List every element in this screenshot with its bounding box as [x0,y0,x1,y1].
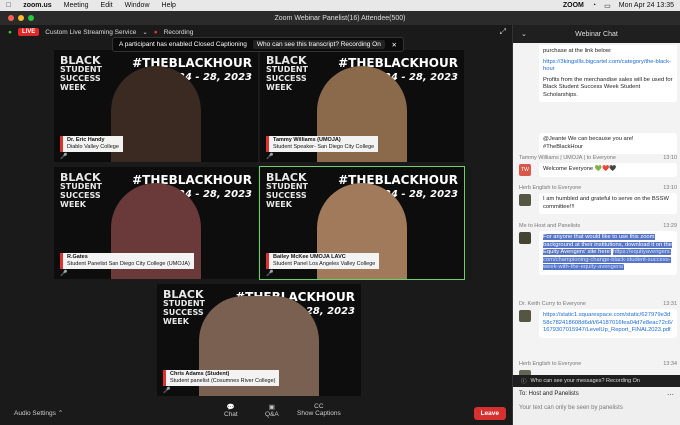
chevron-down-icon[interactable]: ⌄ [142,28,147,36]
avatar [519,232,531,244]
video-tile[interactable]: BLACKSTUDENTSUCCESSWEEK #THEBLACKHOUR Ap… [260,50,464,162]
window-title: Zoom Webinar Panelist(16) Attendee(500) [274,14,406,22]
clock[interactable]: Mon Apr 24 13:35 [619,2,674,9]
chat-input[interactable]: Your text can only be seen by panelists [519,405,623,411]
qa-icon: ▣ [268,404,275,411]
audio-settings-button[interactable]: Audio Settings ⌃ [14,409,63,417]
avatar: TW [519,164,531,176]
avatar [519,310,531,322]
video-tile[interactable]: BLACKSTUDENTSUCCESSWEEK #THEBLACKHOUR Ap… [54,167,258,279]
mic-icon: 🎤 [266,271,274,277]
participant-nametag: Dr. Eric Handy Diablo Valley College [60,136,123,152]
menu-meeting[interactable]: Meeting [64,2,89,9]
merch-link[interactable]: https://3kingsllls.bigcartel.com/categor… [543,59,673,74]
chat-button[interactable]: 💬 Chat [224,403,238,418]
report-link[interactable]: https://static1.squarespace.com/static/6… [539,309,677,338]
menu-edit[interactable]: Edit [101,2,113,9]
macos-menubar:  zoom.us Meeting Edit Window Help ZOOM … [0,0,680,11]
video-tile[interactable]: BLACKSTUDENTSUCCESSWEEK #THEBLACKHOUR Ap… [157,284,361,396]
minimize-window-icon[interactable] [18,15,24,21]
apple-icon[interactable]:  [6,2,11,9]
live-badge[interactable]: LIVE [17,28,40,36]
recording-dot-icon: ● [153,28,158,36]
captions-button[interactable]: CC Show Captions [297,403,341,417]
chat-visibility-notice[interactable]: ⓘ Who can see your messages? Recording O… [513,375,680,387]
recording-label: Recording [163,28,194,36]
chat-message: Herb English to Everyone 13:34 [519,361,677,375]
video-tile-active-speaker[interactable]: BLACK STUDENT SUCCESS WEEK #THEBLACKHOUR Ap… [259,166,465,280]
shield-icon[interactable]: ● [8,29,12,36]
participant-nametag: Tammy Williams (UMOJA) Student Speaker- S… [266,136,379,152]
chat-message: Herb English to Everyone 13:10 I am humbl… [519,185,677,214]
video-area: ● LIVE Custom Live Streaming Service ⌄ ●… [0,25,512,400]
participant-video [111,66,201,162]
bssw-logo: BLACK STUDENT SUCCESS WEEK [266,54,308,92]
chat-message: purchase at the link below: https://3kin… [519,43,677,102]
menu-app-name[interactable]: zoom.us [23,2,51,9]
close-icon[interactable]: ✕ [392,41,397,49]
chat-message: Dr. Keith Curry to Everyone 13:31 https:/… [519,301,677,338]
chat-icon: 💬 [226,404,235,411]
muted-mic-icon: 🎤 [60,271,68,277]
qa-button[interactable]: ▣ Q&A [265,403,279,418]
stream-service[interactable]: Custom Live Streaming Service [45,29,136,36]
menu-help[interactable]: Help [162,2,176,9]
leave-button[interactable]: Leave [473,407,506,420]
caption-banner: A participant has enabled Closed Caption… [112,37,404,52]
zoom-window-icon[interactable] [28,15,34,21]
zoom-status-icon[interactable]: ZOOM [563,2,584,9]
menu-window[interactable]: Window [125,2,150,9]
chat-panel: ⌄ Webinar Chat purchase at the link belo… [512,25,680,425]
chat-message: @Jeante We can because you are! #TheBlac… [519,131,677,154]
chat-messages[interactable]: purchase at the link below: https://3kin… [513,43,680,375]
close-window-icon[interactable] [8,15,14,21]
avatar [519,194,531,206]
cc-icon: CC [314,403,324,410]
muted-mic-icon: 🎤 [60,154,68,160]
wifi-icon[interactable]: ◔ [592,2,596,9]
chat-recipient-select[interactable]: To: Host and Panelists [519,391,579,397]
chat-header: ⌄ Webinar Chat [513,25,680,43]
transcript-info-link[interactable]: Who can see this transcript? Recording O… [252,40,385,49]
chat-title: Webinar Chat [575,30,618,38]
muted-mic-icon: 🎤 [266,154,274,160]
more-options-icon[interactable]: ⋯ [667,391,674,399]
bssw-logo: BLACK STUDENT SUCCESS WEEK [266,171,308,209]
banner-text: A participant has enabled Closed Caption… [119,41,247,48]
bssw-logo: BLACK STUDENT SUCCESS WEEK [60,54,102,92]
participant-nametag: Bailey McKee UMOJA LAVC Student Panel Los… [266,253,380,269]
chat-message: Tammy Williams | UMOJA | to Everyone 13:1… [519,155,677,177]
chevron-down-icon[interactable]: ⌄ [521,30,527,38]
window-titlebar: Zoom Webinar Panelist(16) Attendee(500) [0,11,680,25]
video-tile[interactable]: BLACKSTUDENTSUCCESSWEEK #THEBLACKHOUR Ap… [54,50,258,162]
bssw-logo: BLACK STUDENT SUCCESS WEEK [163,288,205,326]
meeting-controls: Audio Settings ⌃ 💬 Chat ▣ Q&A CC Show Capti… [0,400,512,425]
muted-mic-icon: 🎤 [163,388,171,394]
fullscreen-icon[interactable]: ⤢ [500,27,506,37]
info-icon: ⓘ [521,379,527,385]
participant-nametag: Chris Adams (Student) Student panelist (C… [163,370,280,386]
bssw-logo: BLACK STUDENT SUCCESS WEEK [60,171,102,209]
chat-message: Me to Host and Panelists 13:29 For anyone… [519,223,677,275]
participant-nametag: R.Gates Student Panelist San Diego City C… [60,253,194,269]
battery-icon[interactable]: ▭ [604,2,611,10]
